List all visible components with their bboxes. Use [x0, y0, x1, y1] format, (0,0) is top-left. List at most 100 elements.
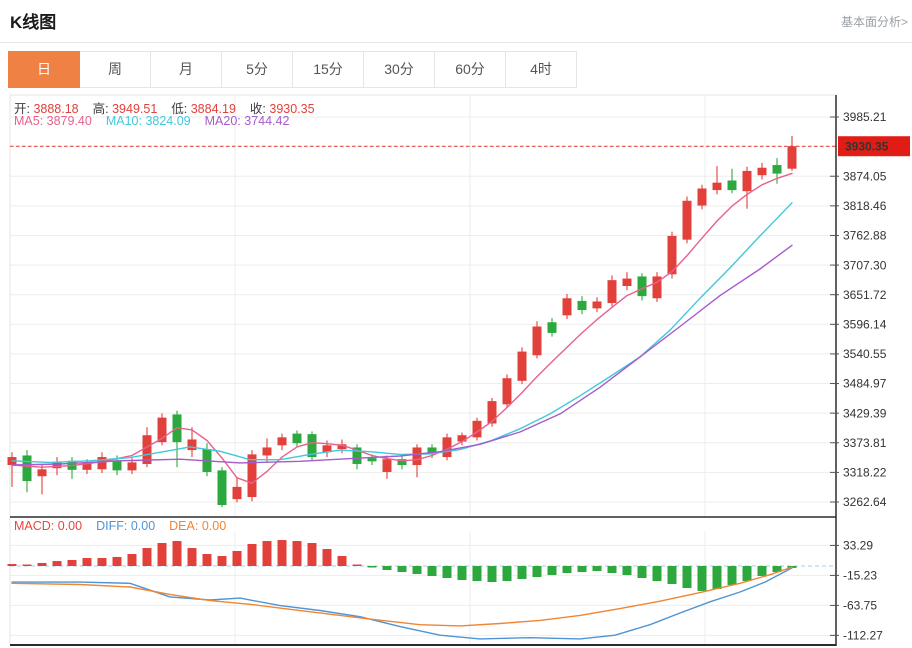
macd-bar — [518, 566, 527, 579]
macd-bar — [458, 566, 467, 580]
macd-bar — [473, 566, 482, 581]
macd-axis-label: 33.29 — [843, 539, 873, 553]
macd-bar — [53, 561, 62, 566]
candle-body — [578, 301, 587, 310]
period-tab-7[interactable]: 4时 — [506, 51, 577, 88]
period-tab-3[interactable]: 5分 — [222, 51, 293, 88]
macd-bar — [323, 549, 332, 566]
macd-bar — [608, 566, 617, 573]
candle-body — [743, 171, 752, 191]
macd-bar — [743, 566, 752, 581]
macd-axis-label: -15.23 — [843, 569, 877, 583]
candle-body — [788, 146, 797, 168]
candle-body — [638, 276, 647, 296]
price-axis-label: 3818.46 — [843, 199, 887, 213]
macd-bar — [413, 566, 422, 574]
candle-body — [233, 487, 242, 499]
macd-bar — [578, 566, 587, 572]
candle-body — [608, 280, 617, 303]
candle-body — [488, 401, 497, 423]
macd-bar — [653, 566, 662, 581]
info-item: MA20: 3744.42 — [205, 114, 290, 128]
macd-bar — [128, 554, 137, 566]
macd-bar — [563, 566, 572, 573]
candle-body — [413, 447, 422, 465]
macd-bar — [503, 566, 512, 581]
macd-axis-label: -112.27 — [843, 629, 883, 643]
candle-body — [533, 327, 542, 356]
macd-bar — [533, 566, 542, 577]
candle-body — [728, 181, 737, 191]
macd-bar — [488, 566, 497, 582]
info-item: DIFF: 0.00 — [96, 519, 155, 533]
candle-body — [503, 378, 512, 404]
candle-body — [368, 458, 377, 461]
macd-bar — [638, 566, 647, 578]
current-price-tag-label: 3930.35 — [845, 140, 889, 154]
info-item: DEA: 0.00 — [169, 519, 226, 533]
candle-body — [293, 434, 302, 444]
macd-bar — [398, 566, 407, 572]
period-tab-bar: 日周月5分15分30分60分4时 — [8, 51, 577, 88]
price-axis-label: 3596.14 — [843, 318, 887, 332]
candle-body — [128, 462, 137, 470]
macd-bar — [338, 556, 347, 566]
candle-body — [683, 201, 692, 240]
ma-info-row: MA5: 3879.40MA10: 3824.09MA20: 3744.42 — [14, 114, 303, 128]
period-tab-2[interactable]: 月 — [151, 51, 222, 88]
macd-bar — [68, 560, 77, 566]
macd-bar — [23, 565, 32, 566]
macd-bar — [293, 541, 302, 566]
macd-bar — [8, 564, 17, 566]
candle-body — [713, 183, 722, 190]
price-axis-label: 3318.22 — [843, 466, 887, 480]
macd-bar — [218, 556, 227, 566]
macd-bar — [278, 540, 287, 566]
price-axis-label: 3540.55 — [843, 347, 887, 361]
period-tab-4[interactable]: 15分 — [293, 51, 364, 88]
macd-info-row: MACD: 0.00 DIFF: 0.00 DEA: 0.00 — [14, 519, 240, 533]
candle-body — [458, 435, 467, 441]
info-item: MACD: 0.00 — [14, 519, 82, 533]
macd-bar — [233, 551, 242, 566]
candle-body — [263, 447, 272, 455]
price-axis-label: 3651.72 — [843, 288, 887, 302]
macd-bar — [593, 566, 602, 571]
period-tab-6[interactable]: 60分 — [435, 51, 506, 88]
candle-body — [593, 301, 602, 308]
macd-bar — [683, 566, 692, 588]
price-axis-label: 3373.81 — [843, 436, 887, 450]
price-axis-label: 3985.21 — [843, 110, 887, 124]
price-axis-label: 3874.05 — [843, 169, 887, 183]
candle-body — [218, 470, 227, 505]
macd-bar — [668, 566, 677, 584]
price-axis-label: 3429.39 — [843, 406, 887, 420]
macd-bar — [548, 566, 557, 575]
candle-body — [758, 168, 767, 175]
macd-bar — [308, 543, 317, 566]
macd-bar — [188, 548, 197, 566]
macd-bar — [758, 566, 767, 576]
period-tab-5[interactable]: 30分 — [364, 51, 435, 88]
ma20-line — [12, 245, 792, 465]
candle-body — [623, 279, 632, 286]
price-axis-label: 3707.30 — [843, 258, 887, 272]
candle-body — [383, 459, 392, 472]
candle-body — [548, 322, 557, 333]
candle-body — [38, 469, 47, 476]
macd-bar — [443, 566, 452, 578]
macd-bar — [623, 566, 632, 575]
macd-bar — [38, 563, 47, 566]
candle-body — [563, 298, 572, 315]
kline-panel: K线图 基本面分析> 日周月5分15分30分60分4时 3985.213874.… — [0, 0, 912, 648]
candle-body — [188, 439, 197, 450]
macd-bar — [158, 543, 167, 566]
period-tab-1[interactable]: 周 — [80, 51, 151, 88]
macd-axis-label: -63.75 — [843, 599, 877, 613]
price-axis-label: 3762.88 — [843, 229, 887, 243]
info-item: MA10: 3824.09 — [106, 114, 191, 128]
price-axis-label: 3262.64 — [843, 495, 887, 509]
period-tab-0[interactable]: 日 — [8, 51, 80, 88]
macd-bar — [83, 558, 92, 566]
candle-body — [518, 352, 527, 381]
